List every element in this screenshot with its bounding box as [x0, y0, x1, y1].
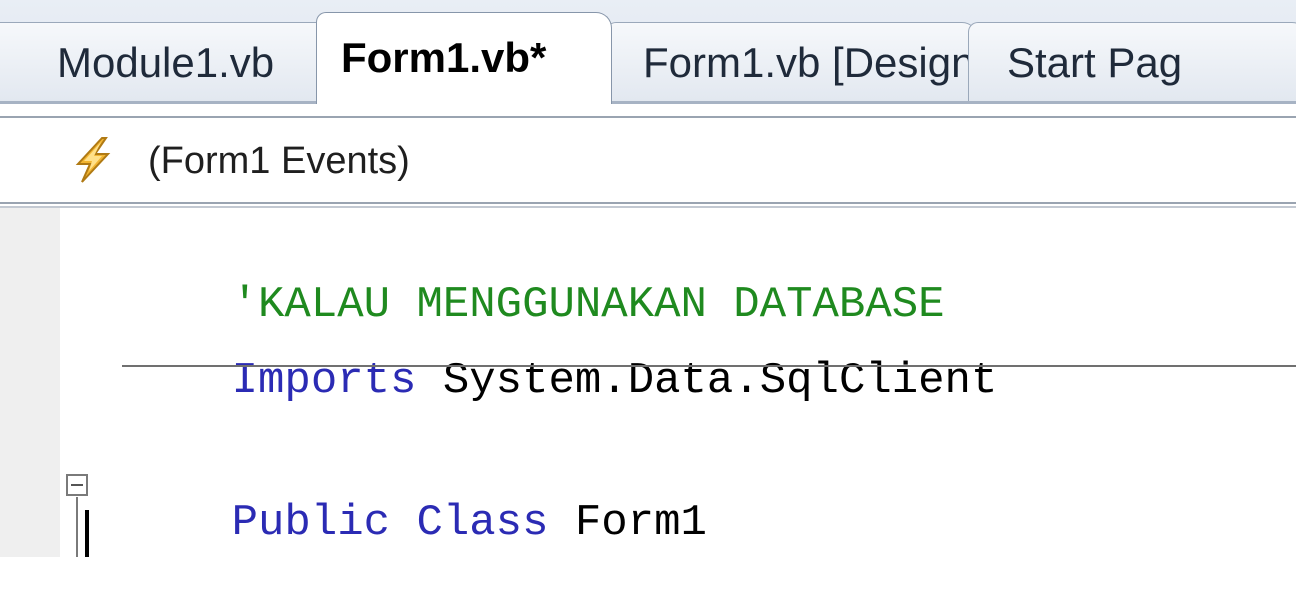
- class-keyword: Class: [390, 498, 549, 548]
- tab-label: Start Pag: [1007, 39, 1183, 86]
- public-keyword: Public: [231, 498, 391, 548]
- document-tab-strip: Module1.vb Form1.vb* Form1.vb [Design]* …: [0, 0, 1296, 104]
- imports-keyword: Imports: [231, 356, 417, 406]
- editor-gutter: [0, 208, 60, 557]
- code-line-class-declaration[interactable]: Public Class Form1: [126, 448, 707, 598]
- text-cursor: [85, 510, 89, 557]
- imports-namespace: System.Data.SqlClient: [416, 356, 998, 406]
- code-editor[interactable]: 'KALAU MENGGUNAKAN DATABASE Imports Syst…: [0, 208, 1296, 557]
- tab-label: Form1.vb [Design]*: [643, 39, 978, 86]
- lightning-bolt-icon: [75, 137, 111, 183]
- tab-form1-vb[interactable]: Form1.vb*: [316, 12, 612, 104]
- events-dropdown[interactable]: (Form1 Events): [72, 130, 632, 192]
- code-navigation-bar: (Form1 Events): [0, 104, 1296, 208]
- tab-module1-vb[interactable]: Module1.vb: [0, 22, 332, 102]
- tab-form1-design[interactable]: Form1.vb [Design]*: [606, 22, 978, 102]
- tab-label: Form1.vb*: [341, 34, 547, 81]
- events-dropdown-label: (Form1 Events): [148, 140, 410, 182]
- imports-section-separator: [122, 365, 1296, 367]
- navbar-top-divider: [0, 116, 1296, 118]
- tab-label: Module1.vb: [57, 39, 275, 86]
- code-line-imports[interactable]: Imports System.Data.SqlClient: [126, 306, 998, 456]
- class-name: Form1: [548, 498, 707, 548]
- tab-start-page[interactable]: Start Pag: [968, 22, 1296, 102]
- collapse-toggle-icon[interactable]: [66, 474, 88, 496]
- outline-guide-line: [76, 497, 78, 557]
